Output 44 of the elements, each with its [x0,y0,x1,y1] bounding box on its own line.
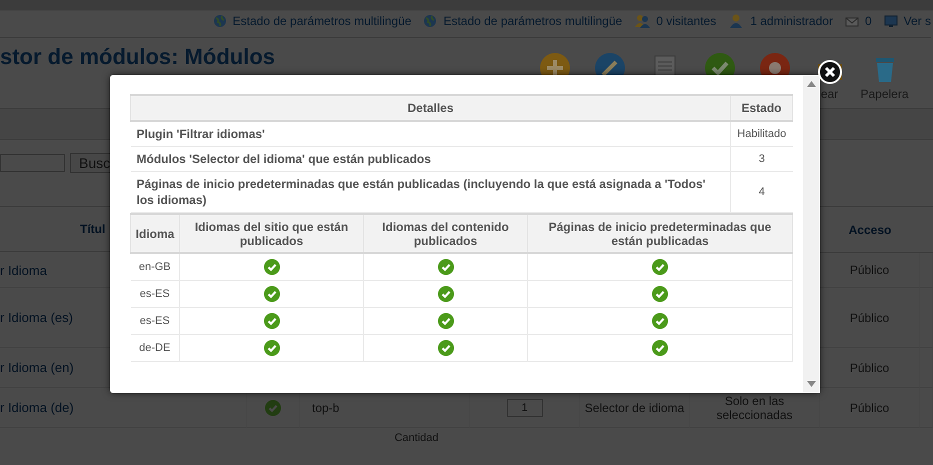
access-text: Público [850,400,890,414]
close-icon[interactable] [818,60,842,84]
language-cell: de-DE [130,334,180,362]
column-header[interactable]: Acceso [848,222,892,236]
status-link[interactable]: 0 visitantes [656,14,716,28]
globe-icon [212,14,227,28]
globe-icon [423,14,438,28]
language-cell: es-ES [130,280,180,308]
column-header: Estado [730,95,792,121]
module-title-link[interactable]: r Idioma (es) [0,310,73,325]
column-header: Páginas de inicio predeterminadas que están publicadas [528,214,792,253]
detail-cell: Módulos 'Selector del idioma' que están publicados [130,146,730,172]
access-text: Público [850,360,890,374]
pages-text: Solo en las seleccionadas [715,394,794,422]
module-title-link[interactable]: r Idioma (en) [0,360,74,375]
footer-label: Cantidad [394,432,439,444]
status-link[interactable]: Estado de parámetros multilingüe [443,14,622,28]
module-title-link[interactable]: r Idioma (de) [0,400,74,415]
module-title-link[interactable]: r Idioma [0,262,47,278]
language-cell: es-ES [130,308,180,334]
state-cell: Habilitado [730,121,792,146]
status-link[interactable]: Estado de parámetros multilingüe [232,14,412,28]
scroll-down-icon[interactable] [807,381,816,387]
access-text: Público [850,263,890,277]
column-header: Detalles [130,95,730,121]
scroll-up-icon[interactable] [807,81,816,87]
users-icon [634,13,650,29]
user-icon [728,13,744,29]
status-link[interactable]: 1 administrador [750,14,833,28]
order-field[interactable]: 1 [506,398,542,416]
column-header[interactable]: Títul [80,222,106,236]
page-title: stor de módulos: Módulos [0,43,275,70]
position-text: top-b [312,400,340,414]
state-cell: 3 [730,146,792,172]
column-header: Idiomas del sitio que están publicados [180,214,364,253]
column-header: Idiomas del contenido publicados [364,214,528,253]
language-cell: en-GB [130,253,180,280]
status-link[interactable]: Ver s [904,14,931,28]
module-type-text: Selector de idioma [584,400,684,414]
access-text: Público [850,310,890,324]
status-link[interactable]: 0 [864,14,872,28]
column-header: Idioma [130,214,180,253]
detail-cell: Plugin 'Filtrar idiomas' [130,121,730,146]
scrollbar[interactable] [803,75,820,393]
